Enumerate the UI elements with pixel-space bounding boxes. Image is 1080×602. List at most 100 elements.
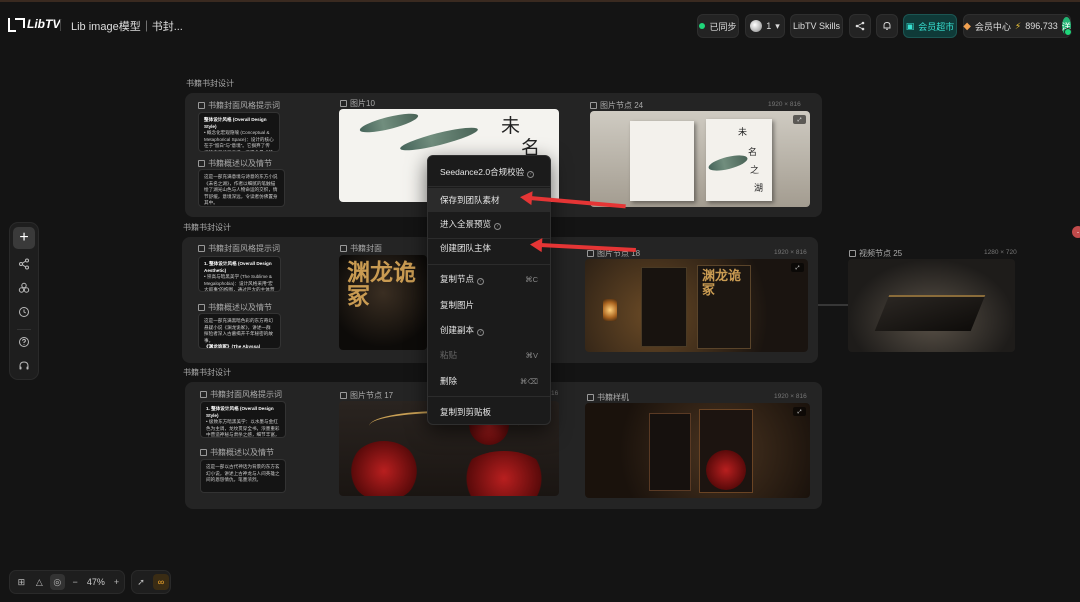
collaborators-button[interactable]: 1 ▾ (745, 14, 785, 38)
text-node-card[interactable]: 整体设计风格 (Overall Design Style) • 概念化宏观隐喻 … (198, 112, 280, 152)
mountain-art (707, 152, 749, 174)
member-center-button[interactable]: ◆ 会员中心 ⚡ 896,733 洋 (963, 14, 1072, 38)
sync-status-button[interactable]: 已同步 (697, 14, 739, 38)
top-bar: LibTV Lib image模型｜书封... 已同步 1 ▾ LibTV Sk… (0, 0, 1080, 46)
image-node-icon (340, 100, 347, 107)
image-node-icon (340, 392, 347, 399)
video-node-card[interactable] (848, 259, 1015, 352)
text-node-card[interactable]: 这是一部充满黑暗色彩的东方奇幻悬疑小说《渊龙诡冢》，讲述一群探险者深入古墓揭开千… (198, 313, 281, 349)
menu-item-duplicate[interactable]: 创建副本? (428, 318, 550, 342)
text-node-icon (198, 102, 205, 109)
assets-button[interactable] (13, 277, 35, 299)
node-label-text: 视频节点 25 (859, 249, 903, 258)
mountain-art (358, 109, 420, 137)
image-node-icon (587, 394, 594, 401)
image-node-card[interactable]: ⤢ (585, 403, 810, 498)
image-node-card[interactable]: 渊龙诡冢 ⤢ (585, 259, 808, 352)
image-node-icon (587, 250, 594, 257)
menu-item-label: 复制图片 (440, 300, 475, 310)
menu-item-paste[interactable]: 粘贴 ⌘V (428, 343, 550, 367)
store-icon: ▣ (905, 20, 915, 31)
card-body: 这是一部以古代神话为背景的东方玄幻小说，讲述上古神龙与人间英雄之间的恩怨情仇，笔… (206, 464, 280, 482)
image-dimensions: 1920 × 816 (774, 249, 807, 256)
image-node-card[interactable]: 渊龙诡冢 (339, 255, 427, 350)
menu-item-panorama-preview[interactable]: 进入全景预览? (428, 212, 550, 236)
plus-icon: + (113, 577, 120, 587)
text-node-icon (200, 449, 207, 456)
rocket-button[interactable]: ➚ (133, 574, 149, 590)
book-mockup (649, 413, 691, 491)
triangle-icon: △ (35, 576, 43, 587)
share-button[interactable] (849, 14, 871, 38)
history-button[interactable] (13, 301, 35, 323)
snap-button[interactable]: ◎ (49, 574, 65, 590)
menu-item-copy-image[interactable]: 复制图片 (428, 293, 550, 317)
vip-store-button[interactable]: ▣ 会员超市 (903, 14, 957, 38)
book-mockup: 未 名 之 湖 (706, 119, 772, 201)
minus-icon: − (72, 577, 78, 587)
menu-item-compliance-check[interactable]: Seedance2.0合规校验? (428, 160, 550, 184)
zoom-in-button[interactable]: + (109, 574, 124, 590)
node-label-text: 书籍样机 (597, 393, 629, 402)
expand-badge-icon[interactable]: ⤢ (793, 407, 806, 416)
shapes-icon (18, 282, 30, 293)
text-node-card[interactable]: 这是一部充满意境与诗意的东方小说《未名之湖》，作者以细腻的笔触描绘了湖光山色与人… (198, 169, 285, 207)
text-node-card[interactable]: 1. 整体设计风格 (Overall Design Aesthetic) • 崇… (198, 256, 281, 292)
text-node-icon (198, 304, 205, 311)
headset-icon (19, 361, 29, 370)
image-dimensions: 1920 × 816 (768, 101, 801, 108)
node-label-text: 图片10 (350, 99, 375, 108)
node-label: 书籍概述以及情节 (200, 447, 274, 458)
menu-item-label: Seedance2.0合规校验 (440, 167, 525, 177)
infinite-canvas-button[interactable]: ∞ (153, 574, 169, 590)
expand-badge-icon[interactable]: ⤢ (791, 263, 804, 272)
header-divider (60, 19, 61, 31)
add-node-button[interactable]: + (13, 227, 35, 249)
left-toolbar: + (9, 222, 39, 380)
text-node-card[interactable]: 这是一部以古代神话为背景的东方玄幻小说，讲述上古神龙与人间英雄之间的恩怨情仇，笔… (200, 459, 286, 493)
libtv-skills-button[interactable]: LibTV Skills (790, 14, 843, 38)
workflow-button[interactable] (13, 253, 35, 275)
menu-item-label: 复制到剪贴板 (440, 407, 492, 417)
image-node-card[interactable]: 未 名 之 湖 ⤢ (590, 111, 810, 207)
node-label-text: 书籍概述以及情节 (210, 448, 274, 457)
menu-item-copy-node[interactable]: 复制节点? ⌘C (428, 267, 550, 291)
node-label-text: 书籍封面风格提示词 (208, 244, 280, 253)
help-button[interactable] (13, 331, 35, 353)
diamond-icon: ◆ (963, 20, 971, 32)
bottom-toolbar-extra: ➚ ∞ (131, 570, 171, 594)
menu-item-shortcut: ⌘⌫ (519, 376, 538, 386)
group-title: 书籍书封设计 (186, 79, 234, 88)
user-avatar[interactable]: 洋 (1061, 17, 1072, 36)
menu-item-delete[interactable]: 删除 ⌘⌫ (428, 369, 550, 393)
expand-badge-icon[interactable]: ⤢ (793, 115, 806, 124)
notifications-button[interactable] (876, 14, 898, 38)
rocket-icon: ➚ (137, 576, 145, 587)
menu-item-copy-to-clipboard[interactable]: 复制到剪贴板 (428, 400, 550, 424)
clock-icon (19, 307, 29, 317)
text-node-icon (198, 245, 205, 252)
sync-label: 已同步 (709, 21, 737, 32)
image-dimensions: 16 (551, 390, 559, 397)
node-label-text: 书籍概述以及情节 (208, 303, 272, 312)
text-node-card[interactable]: 1. 整体设计风格 (Overall Design Style) • 极致东方暗… (200, 401, 286, 438)
minimap-button[interactable]: ⊞ (14, 574, 29, 590)
zoom-level: 47% (86, 577, 105, 587)
layout-button[interactable]: △ (32, 574, 47, 590)
menu-item-label: 创建副本 (440, 325, 475, 335)
image-node-icon (340, 245, 347, 252)
zoom-out-button[interactable]: − (68, 574, 83, 590)
infinity-icon: ∞ (157, 577, 165, 587)
red-art (706, 450, 746, 490)
cover-title: 渊龙诡冢 (347, 259, 416, 311)
bell-icon (883, 22, 891, 30)
cover-char: 名 (748, 148, 758, 158)
app-logo[interactable]: LibTV (8, 17, 60, 32)
support-button[interactable] (13, 355, 35, 377)
image-dimensions: 1920 × 816 (774, 393, 807, 400)
card-title: 1. 整体设计风格 (Overall Design Style) (206, 406, 274, 418)
book-art (874, 295, 986, 331)
project-title[interactable]: Lib image模型｜书封... (71, 18, 183, 34)
sync-dot-icon (699, 23, 706, 29)
node-label: 图片节点 24 (590, 100, 643, 111)
